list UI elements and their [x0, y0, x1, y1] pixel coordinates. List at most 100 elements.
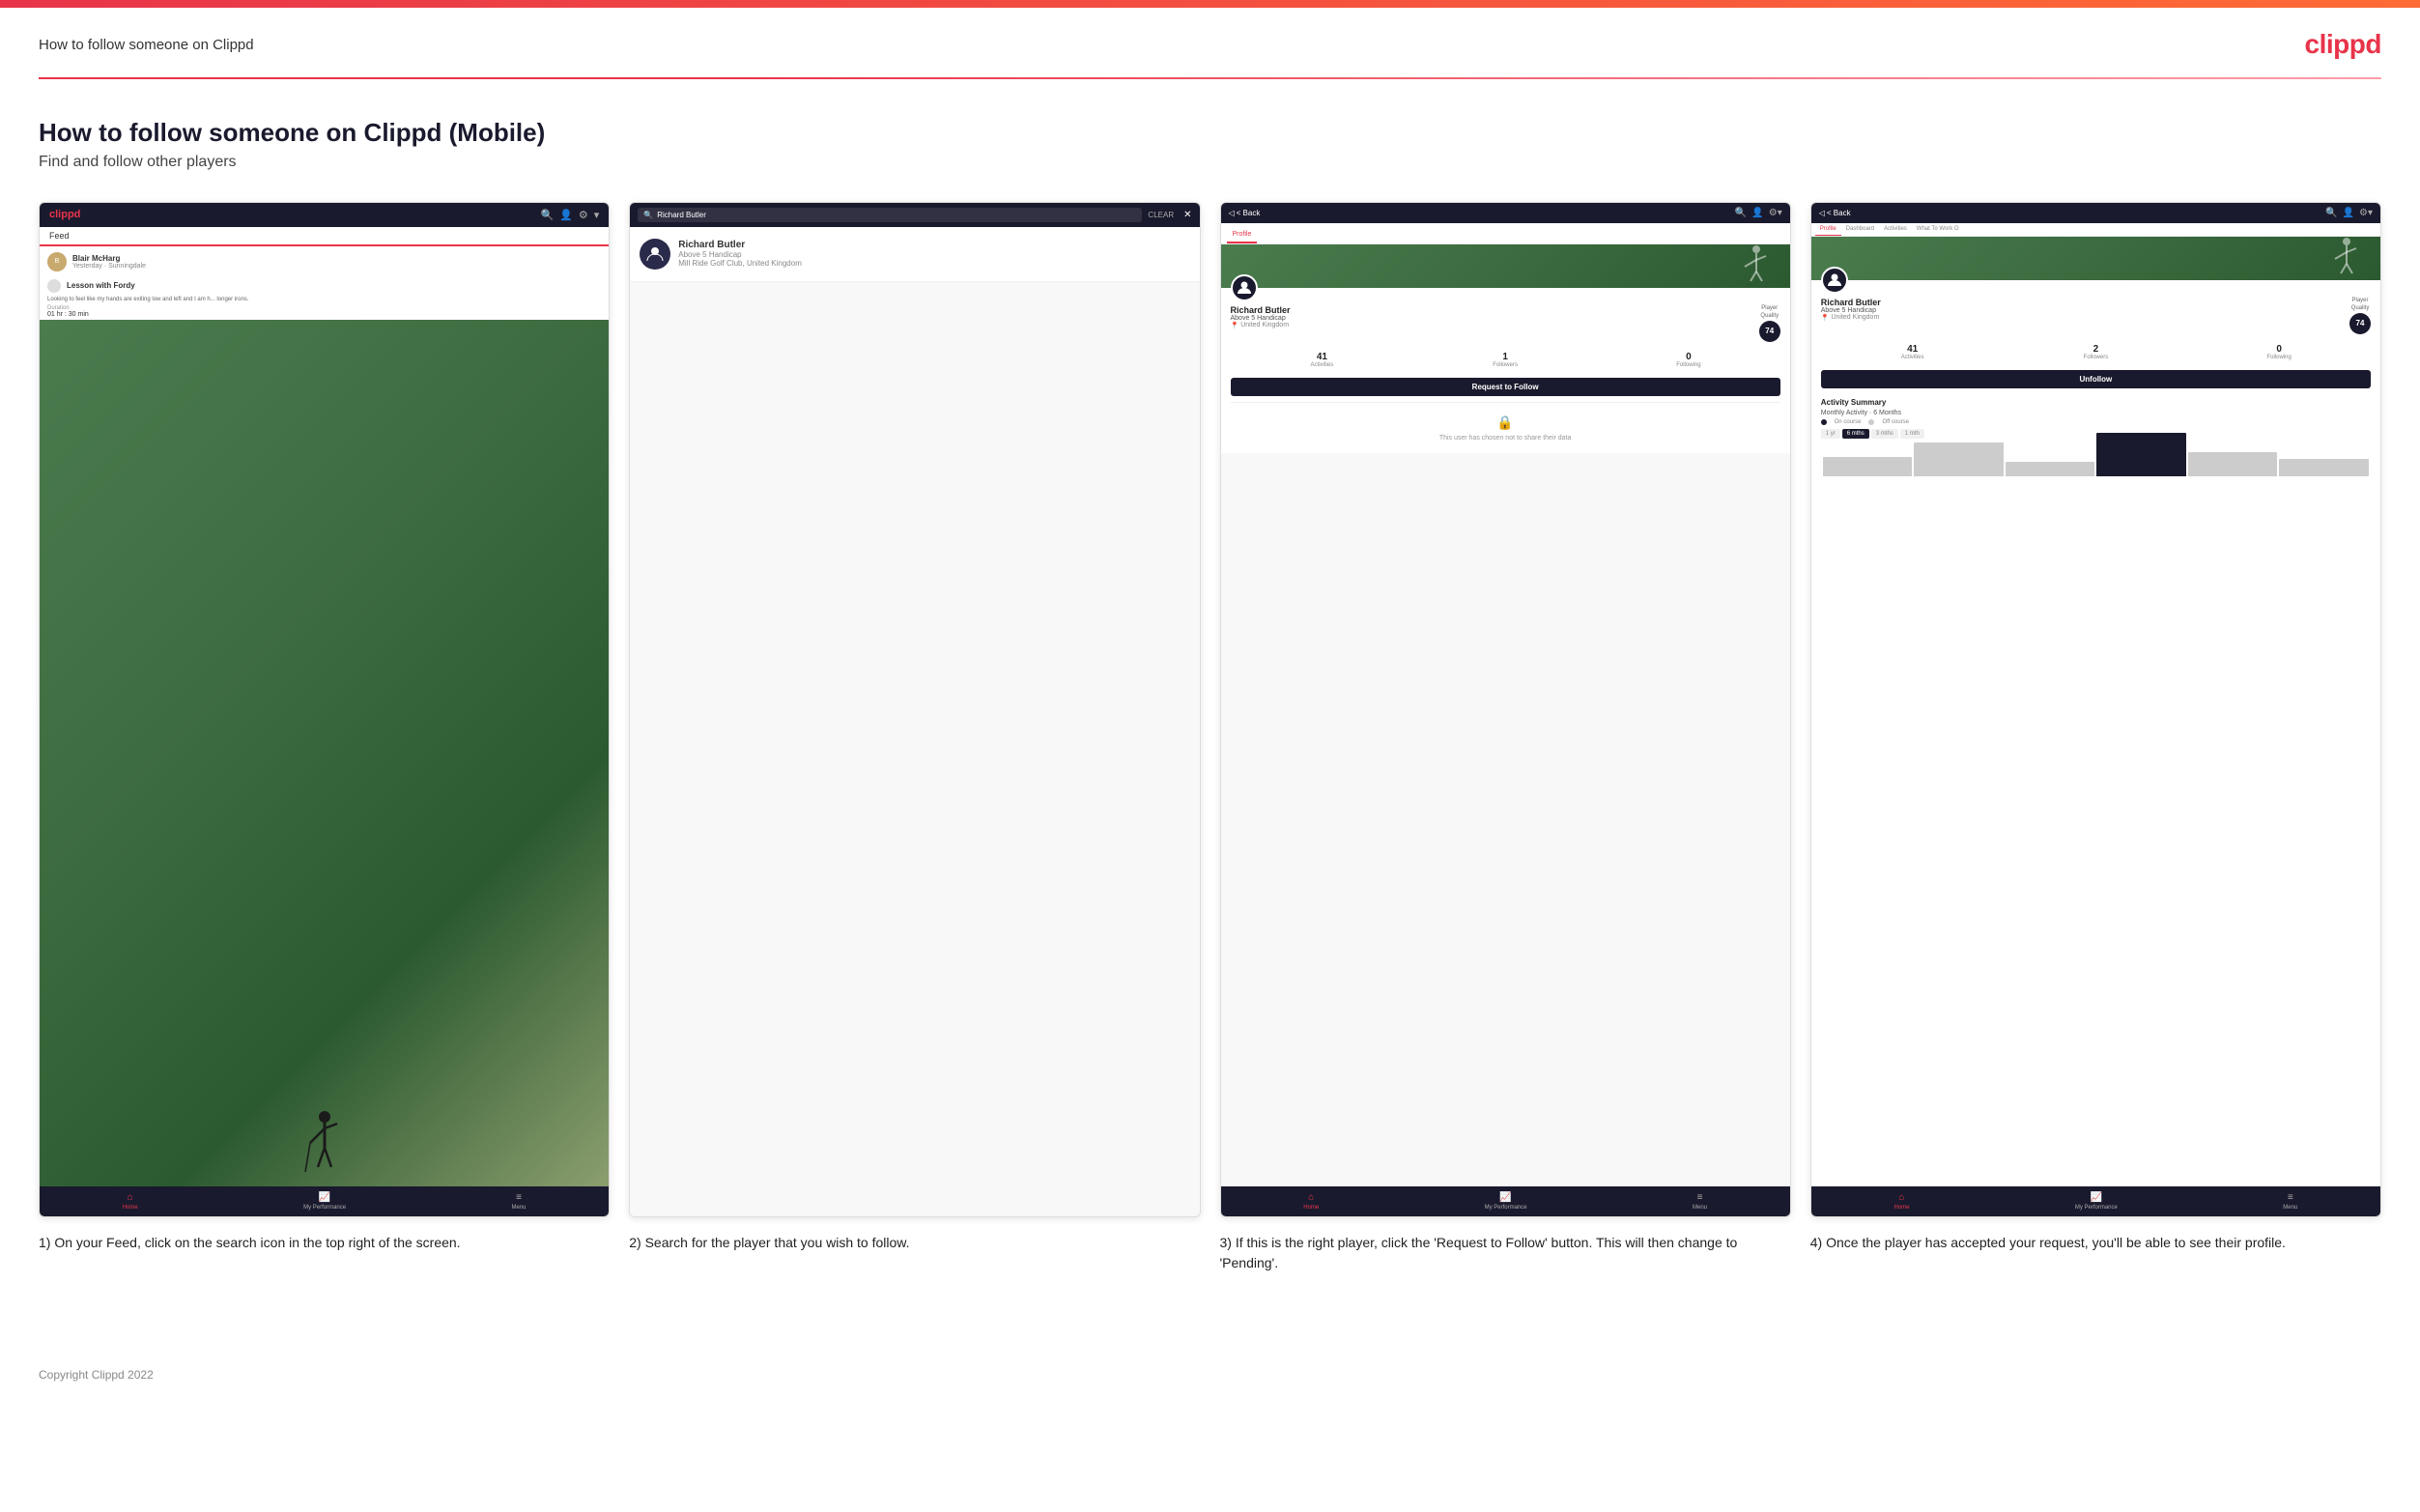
menu-lines-icon: ≡ [516, 1192, 522, 1203]
search-box[interactable]: 🔍 Richard Butler [638, 208, 1142, 222]
tab-profile[interactable]: Profile [1227, 227, 1258, 243]
nav-home[interactable]: ⌂ Home [1893, 1192, 1909, 1211]
menu-lines-icon: ≡ [2288, 1192, 2293, 1203]
clear-button[interactable]: CLEAR [1148, 211, 1174, 219]
s4-icons: 🔍 👤 ⚙▾ [2325, 208, 2373, 218]
user-icon[interactable]: 👤 [2343, 208, 2354, 218]
tab-profile[interactable]: Profile [1815, 223, 1841, 236]
s1-icons: 🔍 👤 ⚙ ▾ [540, 209, 599, 221]
s3-tab-bar: Profile [1221, 223, 1790, 244]
nav-home[interactable]: ⌂ Home [123, 1192, 138, 1211]
s1-bottomnav: ⌂ Home 📈 My Performance ≡ Menu [40, 1186, 609, 1216]
step-3-caption: 3) If this is the right player, click th… [1220, 1217, 1791, 1281]
step-1-card: clippd 🔍 👤 ⚙ ▾ Feed B Blair McH [39, 202, 610, 1281]
nav-performance[interactable]: 📈 My Performance [1485, 1192, 1527, 1211]
tab-what-to-work[interactable]: What To Work O [1912, 223, 1964, 236]
request-follow-button[interactable]: Request to Follow [1231, 378, 1780, 396]
user-icon[interactable]: 👤 [559, 209, 573, 221]
header: How to follow someone on Clippd clippd [0, 8, 2420, 77]
period-1mth[interactable]: 1 mth [1900, 429, 1924, 439]
chart-bar [2279, 459, 2369, 476]
nav-performance[interactable]: 📈 My Performance [303, 1192, 346, 1211]
stat-following: 0 Following [1597, 352, 1780, 368]
home-icon: ⌂ [128, 1192, 133, 1203]
post-icon [47, 279, 61, 293]
unfollow-button[interactable]: Unfollow [1821, 370, 2371, 388]
stat-followers: 2 Followers [2005, 344, 2188, 360]
settings-icon[interactable]: ⚙▾ [1769, 208, 1782, 218]
stat-activities: 41 Activities [1231, 352, 1414, 368]
s4-profile-info: Richard Butler Above 5 Handicap 📍 United… [1811, 280, 2380, 340]
result-avatar [640, 239, 670, 270]
page-subheading: Find and follow other players [39, 154, 2381, 171]
location-icon: 📍 [1821, 314, 1830, 322]
lock-icon: 🔒 [1240, 414, 1771, 431]
search-icon[interactable]: 🔍 [540, 209, 554, 221]
user-avatar: B [47, 252, 67, 271]
menu-icon[interactable]: ▾ [594, 209, 600, 221]
search-icon: 🔍 [643, 211, 653, 219]
player-details: Richard Butler Above 5 Handicap 📍 United… [1231, 305, 1291, 329]
chart-icon: 📈 [1499, 1192, 1511, 1203]
quality-badge: 74 [1759, 321, 1780, 342]
chart-legend: On course Off course [1821, 419, 2371, 425]
nav-performance[interactable]: 📈 My Performance [2075, 1192, 2118, 1211]
cover-image [1221, 244, 1790, 288]
back-button[interactable]: ◁ < Back [1229, 209, 1261, 217]
empty-space [1811, 480, 2380, 1186]
location-icon: 📍 [1231, 322, 1239, 329]
empty-space [1221, 453, 1790, 1186]
tab-activities[interactable]: Activities [1879, 223, 1912, 236]
period-6mths[interactable]: 6 mths [1842, 429, 1869, 439]
s1-topbar: clippd 🔍 👤 ⚙ ▾ [40, 203, 609, 227]
back-arrow-icon: ◁ [1229, 209, 1235, 217]
home-icon: ⌂ [1898, 1192, 1904, 1203]
s1-logo: clippd [49, 209, 80, 220]
s4-bottomnav: ⌂ Home 📈 My Performance ≡ Menu [1811, 1186, 2380, 1216]
chart-bar [1914, 442, 2004, 476]
s1-user-row: B Blair McHarg Yesterday · Sunningdale [40, 246, 609, 277]
chart-bar [1823, 457, 1913, 476]
nav-menu[interactable]: ≡ Menu [1693, 1192, 1707, 1211]
back-button[interactable]: ◁ < Back [1819, 209, 1851, 217]
search-result[interactable]: Richard Butler Above 5 Handicap Mill Rid… [630, 227, 1199, 282]
period-3mths[interactable]: 3 mths [1871, 429, 1898, 439]
period-1yr[interactable]: 1 yr [1821, 429, 1840, 439]
step-3-phone: ◁ < Back 🔍 👤 ⚙▾ Profile [1220, 202, 1791, 1217]
menu-lines-icon: ≡ [1697, 1192, 1703, 1203]
result-info: Richard Butler Above 5 Handicap Mill Rid… [678, 240, 802, 268]
s4-player-avatar [1821, 267, 1848, 294]
s4-cover-image [1811, 237, 2380, 280]
footer: Copyright Clippd 2022 [0, 1349, 2420, 1401]
nav-menu[interactable]: ≡ Menu [512, 1192, 527, 1211]
stat-activities: 41 Activities [1821, 344, 2005, 360]
settings-icon[interactable]: ⚙▾ [2359, 208, 2373, 218]
chart-bar [2188, 452, 2278, 476]
header-title: How to follow someone on Clippd [39, 37, 254, 53]
s4-stats: 41 Activities 2 Followers 0 Following [1811, 340, 2380, 364]
nav-menu[interactable]: ≡ Menu [2283, 1192, 2297, 1211]
s3-player-avatar [1231, 274, 1258, 301]
activity-chart [1821, 442, 2371, 476]
user-icon[interactable]: 👤 [1751, 208, 1763, 218]
top-gradient-bar [0, 0, 2420, 8]
nav-home[interactable]: ⌂ Home [1303, 1192, 1319, 1211]
s3-topbar: ◁ < Back 🔍 👤 ⚙▾ [1221, 203, 1790, 223]
page-heading: How to follow someone on Clippd (Mobile) [39, 118, 2381, 148]
s4-tab-bar: Profile Dashboard Activities What To Wor… [1811, 223, 2380, 237]
user-info: Blair McHarg Yesterday · Sunningdale [72, 254, 146, 270]
s4-topbar: ◁ < Back 🔍 👤 ⚙▾ [1811, 203, 2380, 223]
offcourse-legend-dot [1868, 419, 1874, 425]
step-1-caption: 1) On your Feed, click on the search ico… [39, 1217, 610, 1261]
close-button[interactable]: ✕ [1183, 210, 1191, 220]
settings-icon[interactable]: ⚙ [579, 209, 588, 221]
activity-section: Activity Summary Monthly Activity · 6 Mo… [1811, 394, 2380, 480]
golf-image [40, 320, 609, 1185]
search-icon[interactable]: 🔍 [1735, 208, 1747, 218]
tab-dashboard[interactable]: Dashboard [1841, 223, 1879, 236]
step-4-card: ◁ < Back 🔍 👤 ⚙▾ Profile Dashboard Activi… [1810, 202, 2381, 1281]
s2-empty-body [630, 282, 1199, 1216]
stat-followers: 1 Followers [1413, 352, 1597, 368]
oncourse-legend-dot [1821, 419, 1827, 425]
search-icon[interactable]: 🔍 [2325, 208, 2337, 218]
